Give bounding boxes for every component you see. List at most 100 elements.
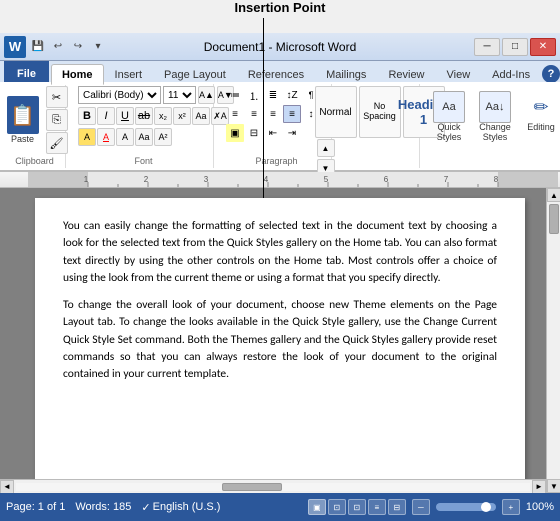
sort-button[interactable]: ↕Z xyxy=(283,86,301,104)
editing-icon: ✏ xyxy=(525,91,557,123)
font-name-select[interactable]: Calibri (Body) xyxy=(78,86,161,104)
decrease-indent-button[interactable]: ⇤ xyxy=(264,124,282,142)
font-a2-button[interactable]: A² xyxy=(154,128,172,146)
close-button[interactable]: ✕ xyxy=(530,38,556,56)
format-painter-button[interactable]: 🖌 xyxy=(46,132,68,154)
paragraph-btn-grid: ≔ ⒈ ≣ ↕Z ¶ ≡ ≡ ≡ ≡ ↕ ▣ ⊟ ⇤ ⇥ xyxy=(226,86,327,142)
increase-indent-button[interactable]: ⇥ xyxy=(283,124,301,142)
outline-button[interactable]: ≡ xyxy=(368,499,386,515)
subscript-button[interactable]: x₂ xyxy=(154,107,172,125)
status-left: Page: 1 of 1 Words: 185 ✓ English (U.S.) xyxy=(6,501,220,514)
language-label: English (U.S.) xyxy=(153,501,221,513)
copy-button[interactable]: ⎘ xyxy=(46,109,68,131)
window-title: Document1 - Microsoft Word xyxy=(204,40,357,54)
zoom-slider[interactable] xyxy=(436,503,496,511)
paste-icon: 📋 xyxy=(7,96,39,134)
quick-styles-label: Quick Styles xyxy=(437,123,462,143)
paragraph-group-content: ≔ ⒈ ≣ ↕Z ¶ ≡ ≡ ≡ ≡ ↕ ▣ ⊟ ⇤ ⇥ xyxy=(226,86,327,154)
qa-dropdown-button[interactable]: ▾ xyxy=(89,38,107,56)
ruler-svg: 1 2 3 4 5 6 7 8 xyxy=(28,172,558,188)
editing-label: Editing xyxy=(527,123,555,133)
styles-group: Normal No Spacing Heading 1 ▲ ▼ ⊞ Styles xyxy=(340,84,420,168)
tab-home[interactable]: Home xyxy=(51,64,104,85)
align-right-button[interactable]: ≡ xyxy=(264,105,282,123)
increase-font-button[interactable]: A▲ xyxy=(198,86,215,104)
bold-button[interactable]: B xyxy=(78,107,96,125)
borders-button[interactable]: ⊟ xyxy=(245,124,263,142)
justify-button[interactable]: ≡ xyxy=(283,105,301,123)
highlight-color-button[interactable]: A xyxy=(78,128,96,146)
bullets-button[interactable]: ≔ xyxy=(226,86,244,104)
svg-text:5: 5 xyxy=(324,175,329,184)
title-bar-left: W 💾 ↩ ↪ ▾ xyxy=(4,36,107,58)
svg-text:2: 2 xyxy=(144,175,149,184)
font-select-row: Calibri (Body) 11 A▲ A▼ xyxy=(78,86,209,104)
save-qa-button[interactable]: 💾 xyxy=(29,38,47,56)
styles-gallery: Normal No Spacing Heading 1 xyxy=(315,86,445,138)
page-count: Page: 1 of 1 xyxy=(6,501,65,513)
zoom-out-button[interactable]: ─ xyxy=(412,499,430,515)
undo-qa-button[interactable]: ↩ xyxy=(49,38,67,56)
redo-qa-button[interactable]: ↪ xyxy=(69,38,87,56)
clipboard-sub-buttons: ✂ ⎘ 🖌 xyxy=(46,86,68,154)
minimize-button[interactable]: ─ xyxy=(474,38,500,56)
hscroll-thumb[interactable] xyxy=(222,483,282,491)
underline-button[interactable]: U xyxy=(116,107,134,125)
svg-text:7: 7 xyxy=(444,175,449,184)
multilevel-button[interactable]: ≣ xyxy=(264,86,282,104)
ribbon-content: 📋 Paste ✂ ⎘ 🖌 Clipboard Calibri (Body) 1… xyxy=(0,82,560,172)
document-page[interactable]: You can easily change the formatting of … xyxy=(35,198,525,493)
scroll-thumb-right[interactable] xyxy=(549,204,559,234)
maximize-button[interactable]: □ xyxy=(502,38,528,56)
quick-access-toolbar: 💾 ↩ ↪ ▾ xyxy=(29,38,107,56)
paste-label: Paste xyxy=(11,134,34,144)
quick-styles-icon: Aa xyxy=(433,91,465,123)
document-area: You can easily change the formatting of … xyxy=(0,188,560,493)
draft-button[interactable]: ⊟ xyxy=(388,499,406,515)
font-size-aa-button[interactable]: Aa xyxy=(135,128,153,146)
font-color-button[interactable]: A xyxy=(97,128,115,146)
quick-styles-button[interactable]: Aa Quick Styles xyxy=(428,88,470,146)
zoom-in-button[interactable]: + xyxy=(502,499,520,515)
clipboard-group-content: 📋 Paste ✂ ⎘ 🖌 xyxy=(2,86,68,154)
word-count: Words: 185 xyxy=(75,501,131,513)
spell-check[interactable]: ✓ English (U.S.) xyxy=(141,501,220,514)
align-center-button[interactable]: ≡ xyxy=(245,105,263,123)
styles-scroll-up[interactable]: ▲ xyxy=(317,139,335,157)
window-controls: ─ □ ✕ xyxy=(474,38,556,56)
font-group: Calibri (Body) 11 A▲ A▼ B I U ab x₂ x² A… xyxy=(74,84,214,168)
font-size-select[interactable]: 11 xyxy=(163,86,196,104)
paste-button[interactable]: 📋 Paste xyxy=(2,93,44,147)
web-layout-button[interactable]: ⊡ xyxy=(348,499,366,515)
scroll-right-button[interactable]: ► xyxy=(532,480,546,494)
print-layout-button[interactable]: ▣ xyxy=(308,499,326,515)
scroll-left-button[interactable]: ◄ xyxy=(0,480,14,494)
text-effects-button[interactable]: A xyxy=(116,128,134,146)
italic-button[interactable]: I xyxy=(97,107,115,125)
strikethrough-button[interactable]: ab xyxy=(135,107,153,125)
style-no-spacing[interactable]: No Spacing xyxy=(359,86,401,138)
change-styles-label: Change Styles xyxy=(479,123,511,143)
zoom-thumb[interactable] xyxy=(481,502,491,512)
style-normal[interactable]: Normal xyxy=(315,86,357,138)
align-left-button[interactable]: ≡ xyxy=(226,105,244,123)
hscroll-track xyxy=(16,483,530,491)
svg-text:3: 3 xyxy=(204,175,209,184)
editing-button[interactable]: ✏ Editing xyxy=(520,88,560,136)
cut-button[interactable]: ✂ xyxy=(46,86,68,108)
superscript-button[interactable]: x² xyxy=(173,107,191,125)
svg-text:6: 6 xyxy=(384,175,389,184)
change-case-button[interactable]: Aa xyxy=(192,107,210,125)
shading-button[interactable]: ▣ xyxy=(226,124,244,142)
font-color-row: A A A Aa A² xyxy=(78,128,172,146)
change-styles-button[interactable]: Aa↓ Change Styles xyxy=(474,88,516,146)
svg-text:8: 8 xyxy=(494,175,499,184)
paragraph-label: Paragraph xyxy=(255,154,297,166)
clipboard-group: 📋 Paste ✂ ⎘ 🖌 Clipboard xyxy=(4,84,66,168)
insertion-point-line xyxy=(263,18,264,198)
scroll-down-button[interactable]: ▼ xyxy=(547,479,560,493)
numbering-button[interactable]: ⒈ xyxy=(245,86,263,104)
help-button[interactable]: ? xyxy=(542,65,560,83)
scroll-up-button[interactable]: ▲ xyxy=(547,188,560,202)
full-screen-button[interactable]: ⊡ xyxy=(328,499,346,515)
